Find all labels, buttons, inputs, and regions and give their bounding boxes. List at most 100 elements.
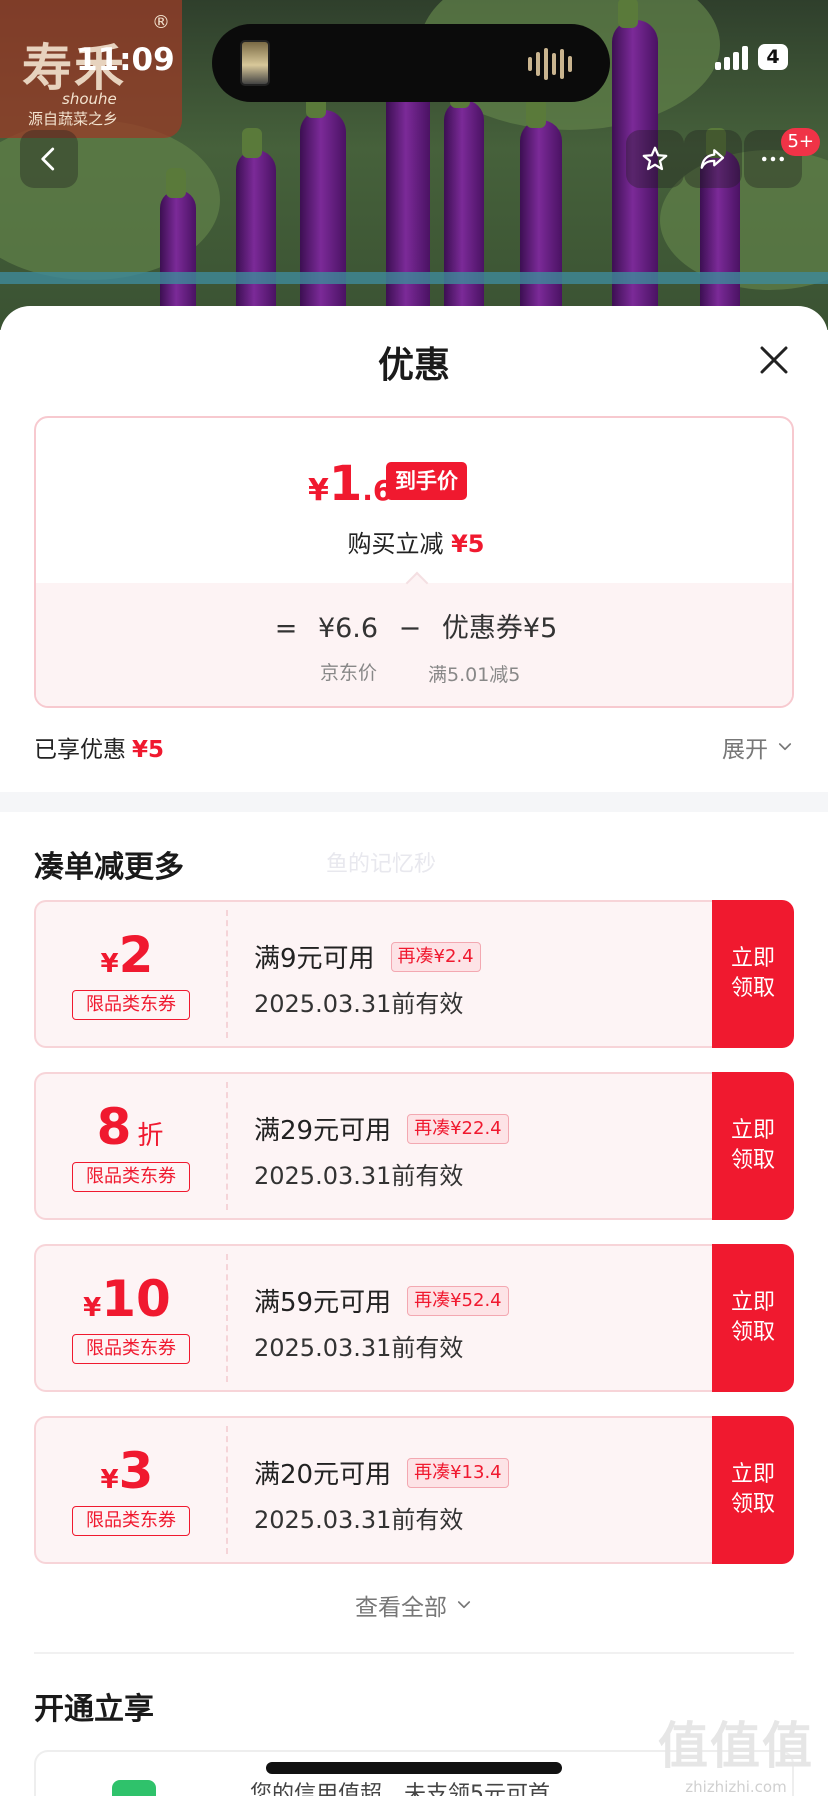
coupon-validity: 2025.03.31前有效 [254, 1162, 464, 1190]
divider [34, 1652, 794, 1654]
eggplant-shape [386, 58, 430, 330]
eggplant-shape [236, 128, 276, 330]
coupon-separator [226, 1254, 228, 1382]
claim-coupon-button[interactable]: 立即 领取 [712, 1416, 794, 1564]
brand-slogan: 源自蔬菜之乡 [28, 110, 119, 128]
home-indicator[interactable] [266, 1762, 562, 1774]
claim-label-line2: 领取 [730, 976, 775, 1001]
coupon-validity: 2025.03.31前有效 [254, 1506, 464, 1534]
price-formula: = ¥6.6 − 优惠券¥5 [36, 606, 792, 645]
claim-label-line1: 立即 [730, 1118, 775, 1143]
signal-icon [715, 46, 748, 70]
coupon-validity: 2025.03.31前有效 [254, 990, 464, 1018]
eggplant-shape [300, 88, 346, 330]
coupon-kind: 限品类东券 [72, 990, 190, 1020]
coupon-gap-tag: 再凑¥52.4 [407, 1285, 509, 1316]
coupon-gap-tag: 再凑¥2.4 [390, 941, 481, 972]
final-price: ¥1.6 [308, 456, 392, 512]
star-icon [642, 146, 668, 171]
audio-wave-icon [528, 48, 572, 80]
coupon-separator [226, 1082, 228, 1210]
brand-name-en: shouhe [62, 90, 117, 108]
share-button[interactable] [684, 130, 742, 188]
coupon-value: 3 [118, 1442, 154, 1500]
formula-equals: = [274, 613, 298, 644]
reduction-label: 购买立减 [347, 530, 444, 558]
coupon-gap-tag: 再凑¥22.4 [407, 1113, 509, 1144]
coupon-condition: 满20元可用 [254, 1460, 392, 1490]
coupon-gap-tag: 再凑¥13.4 [407, 1457, 509, 1488]
enjoyed-discount: 已享优惠 ¥5 [34, 730, 164, 764]
claim-label-line1: 立即 [730, 946, 775, 971]
coupon-condition-row: 满20元可用 再凑¥13.4 [254, 1454, 509, 1491]
enjoyed-label: 已享优惠 [34, 737, 126, 763]
final-price-card: ¥1.6 到手价 购买立减 ¥5 = ¥6.6 − 优惠券¥5 京东价 满5.0… [34, 416, 794, 708]
corner-watermark-site: zhizhizhi.com [685, 1778, 787, 1796]
coupon-amount: 8折 [34, 1098, 226, 1156]
dynamic-island[interactable] [212, 24, 610, 102]
coupon-card: ¥2 限品类东券 满9元可用 再凑¥2.4 2025.03.31前有效 立即 领… [34, 900, 794, 1048]
coupon-currency: ¥ [83, 1293, 102, 1323]
chevron-left-icon [41, 147, 55, 171]
price-integer: 1 [328, 456, 363, 512]
enjoyed-amount: ¥5 [132, 737, 165, 763]
coupon-currency: ¥ [100, 949, 119, 979]
coupon-currency: ¥ [100, 1465, 119, 1495]
view-all-button[interactable]: 查看全部 [0, 1588, 828, 1622]
corner-watermark-mark: 值值值 [658, 1717, 814, 1775]
notification-badge: 5+ [781, 128, 820, 156]
formula-coupon: 优惠券¥5 [441, 613, 558, 644]
jd-price-label: 京东价 [320, 662, 378, 684]
sheet-title: 优惠 [377, 345, 450, 386]
claim-coupon-button[interactable]: 立即 领取 [712, 1072, 794, 1220]
share-icon [700, 149, 725, 169]
coupon-kind: 限品类东券 [72, 1506, 190, 1536]
coupon-kind: 限品类东券 [72, 1334, 190, 1364]
section-title-member: 开通立享 [34, 1692, 154, 1727]
favorite-button[interactable] [626, 130, 684, 188]
member-bag-icon [112, 1780, 156, 1796]
network-badge: 4 [758, 44, 788, 70]
formula-jd-price: ¥6.6 [317, 613, 379, 644]
formula-minus: − [398, 613, 422, 644]
coupon-value: 2 [118, 926, 154, 984]
claim-label-line2: 领取 [730, 1320, 775, 1345]
coupon-value: 8 [96, 1098, 132, 1156]
claim-coupon-button[interactable]: 立即 领取 [712, 1244, 794, 1392]
watermark-text: 鱼的记忆秒 [326, 852, 437, 877]
claim-label-line1: 立即 [730, 1462, 775, 1487]
close-icon[interactable] [756, 342, 792, 378]
registered-mark: ® [152, 12, 170, 33]
claim-label-line1: 立即 [730, 1290, 775, 1315]
status-time: 11:09 [76, 42, 175, 78]
coupon-card: ¥10 限品类东券 满59元可用 再凑¥52.4 2025.03.31前有效 立… [34, 1244, 794, 1392]
coupon-separator [226, 910, 228, 1038]
coupon-amount: ¥10 [34, 1270, 226, 1328]
eggplant-shape [520, 98, 562, 330]
instant-reduction: 购买立减 ¥5 [36, 524, 792, 559]
claim-label-line2: 领取 [730, 1148, 775, 1173]
coupon-condition-row: 满59元可用 再凑¥52.4 [254, 1282, 509, 1319]
now-playing-thumbnail [240, 40, 270, 86]
claim-coupon-button[interactable]: 立即 领取 [712, 900, 794, 1048]
expand-label: 展开 [722, 737, 768, 763]
coupon-card: 8折 限品类东券 满29元可用 再凑¥22.4 2025.03.31前有效 立即… [34, 1072, 794, 1220]
section-title-more: 凑单减更多 [34, 850, 184, 885]
chevron-down-icon [778, 743, 792, 751]
coupon-value: 10 [101, 1270, 171, 1328]
claim-label-line2: 领取 [730, 1492, 775, 1517]
coupon-condition-row: 满29元可用 再凑¥22.4 [254, 1110, 509, 1147]
price-breakdown [36, 583, 792, 706]
trellis-rail [0, 272, 828, 284]
coupon-threshold-label: 满5.01减5 [428, 664, 521, 686]
coupon-validity: 2025.03.31前有效 [254, 1334, 464, 1362]
back-button[interactable] [20, 130, 78, 188]
status-indicators: 4 [715, 44, 788, 70]
corner-watermark: 值值值 zhizhizhi.com [658, 1706, 814, 1796]
currency-symbol: ¥ [308, 473, 329, 508]
coupon-amount: ¥3 [34, 1442, 226, 1500]
coupon-separator [226, 1426, 228, 1554]
discount-sheet: 优惠 ¥1.6 到手价 购买立减 ¥5 = ¥6.6 − 优惠券¥5 京东价 满… [0, 306, 828, 1796]
coupon-amount: ¥2 [34, 926, 226, 984]
expand-button[interactable]: 展开 [722, 730, 794, 764]
